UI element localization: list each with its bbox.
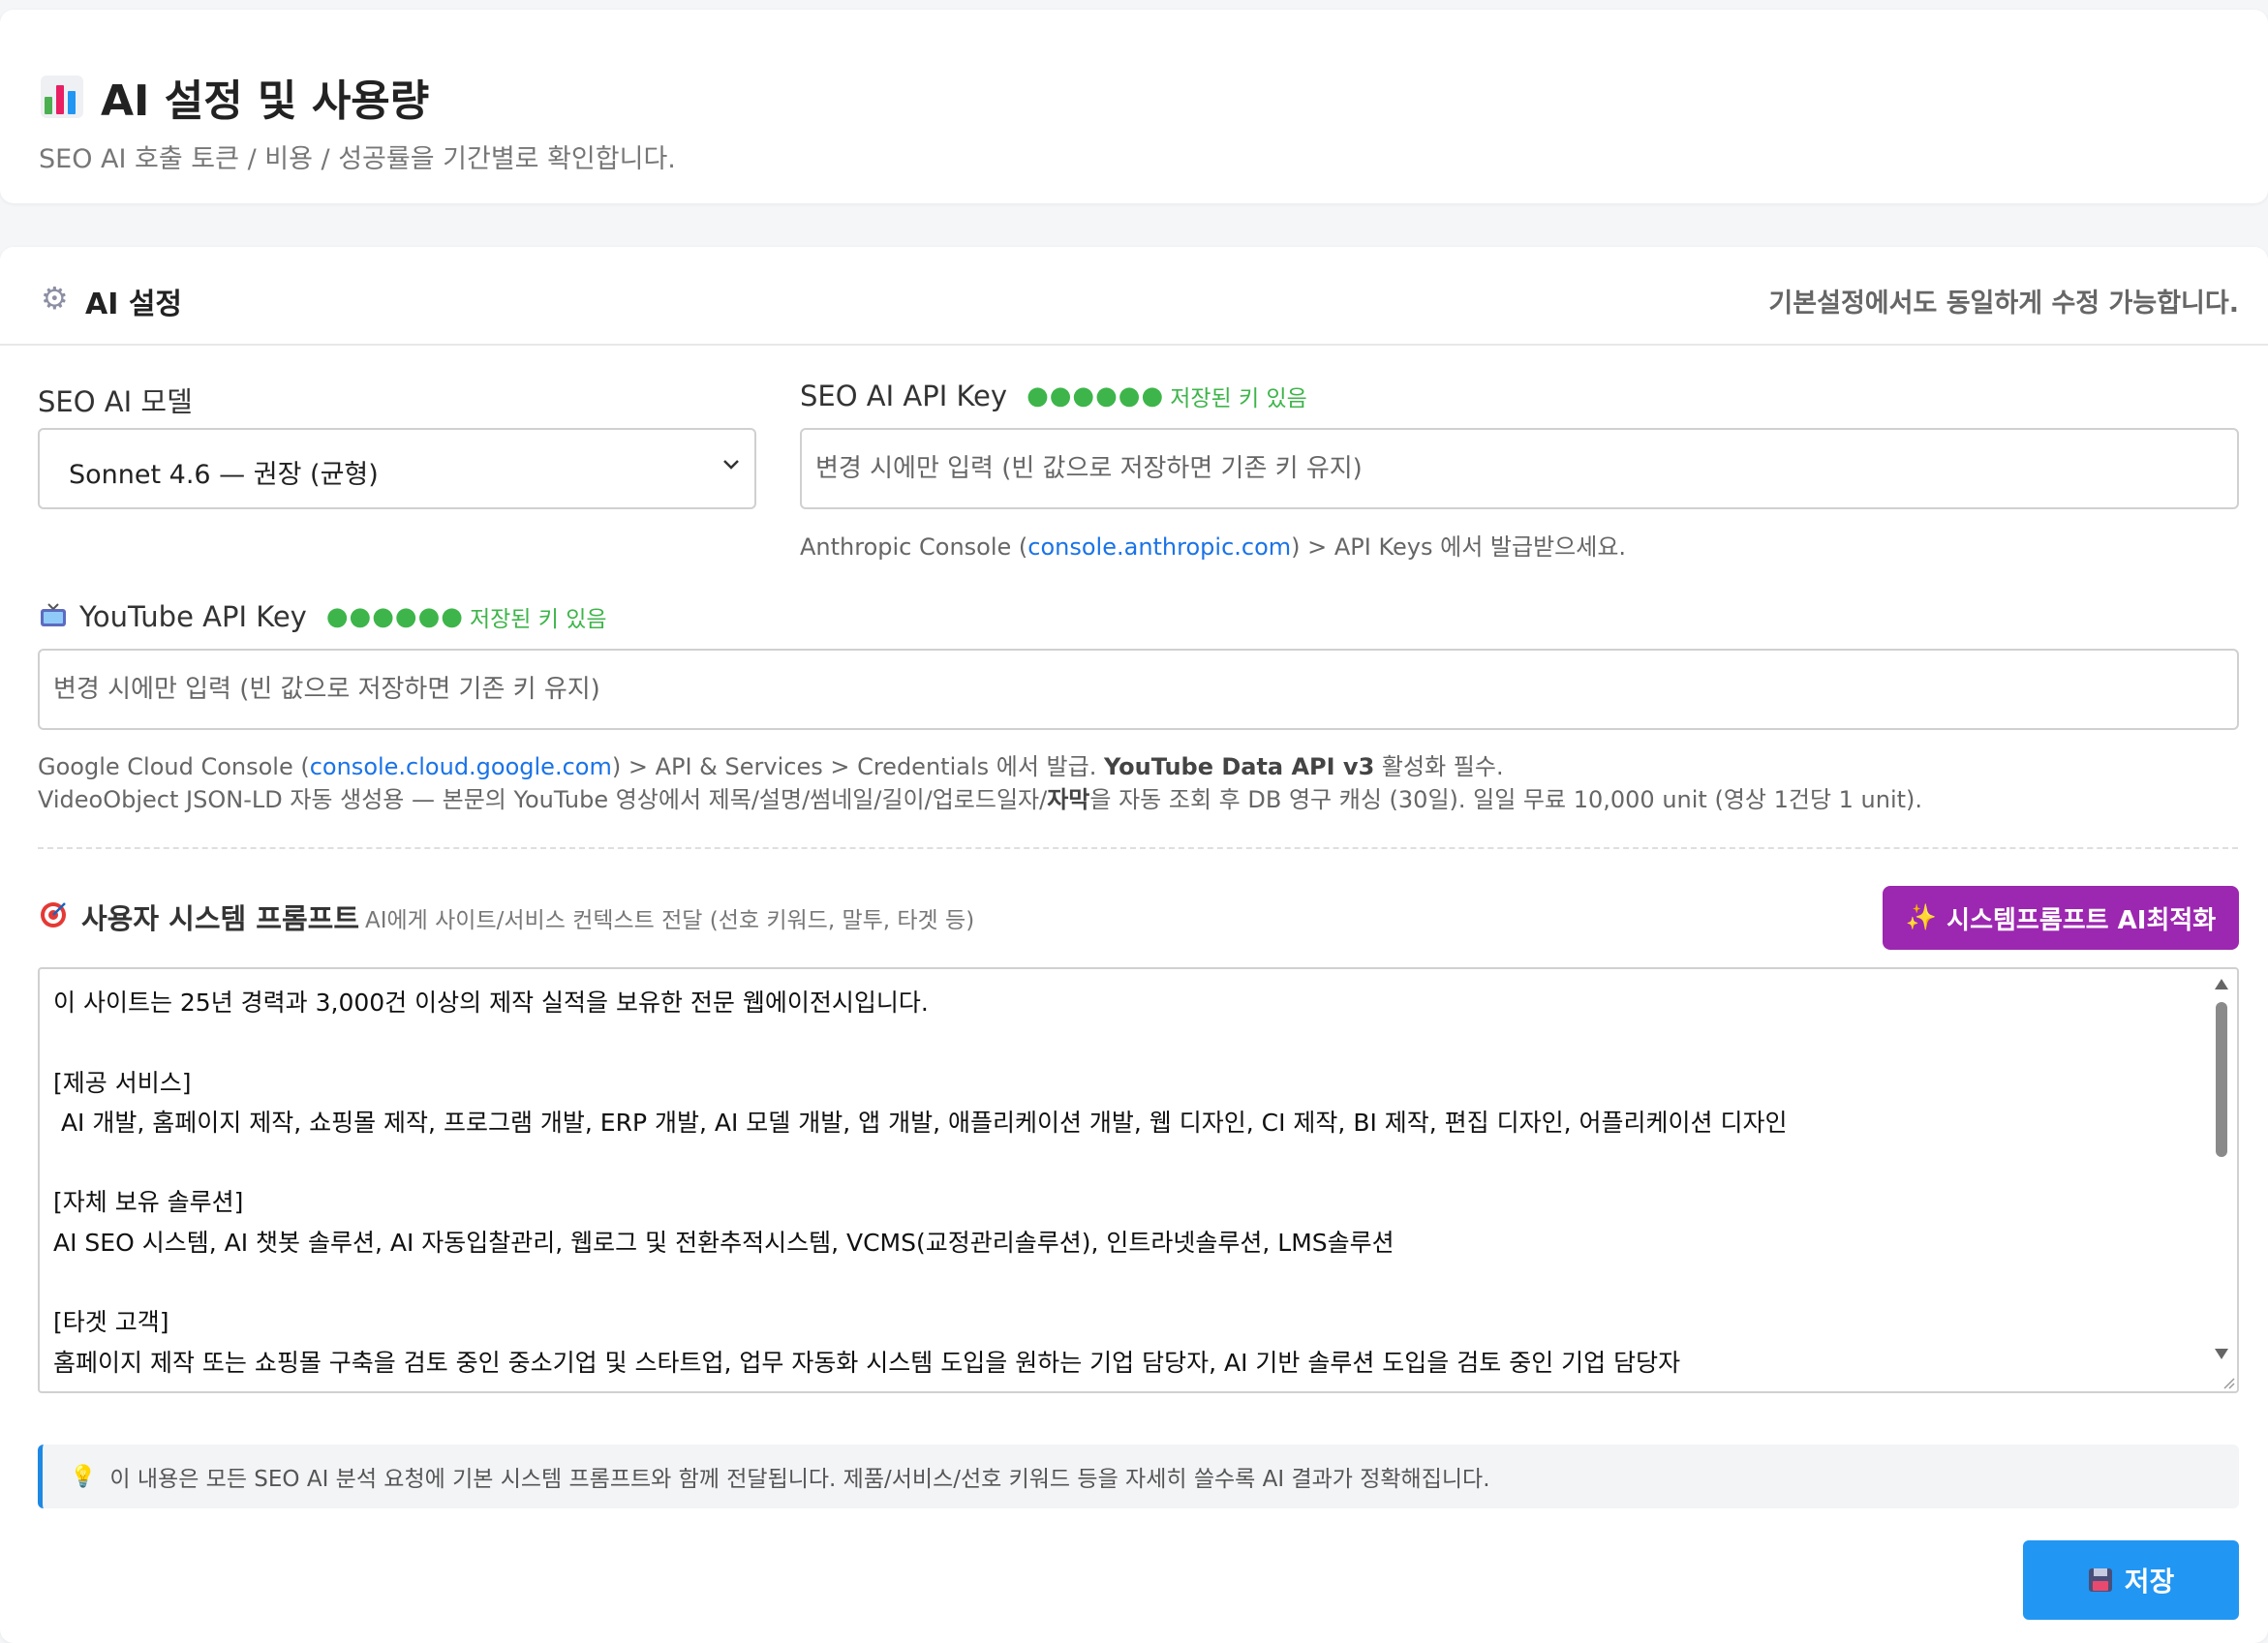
- youtube-help1-suffix: 활성화 필수.: [1374, 753, 1504, 780]
- section-divider: [38, 847, 2238, 849]
- save-button[interactable]: 저장: [2023, 1540, 2239, 1620]
- seo-api-key-help-prefix: Anthropic Console (: [800, 533, 1028, 561]
- youtube-help1-mid: ) > API & Services > Credentials 에서 발급.: [611, 753, 1104, 780]
- gear-icon: ⚙: [41, 280, 69, 317]
- seo-api-key-input[interactable]: [800, 428, 2239, 509]
- floppy-disk-icon: [2088, 1568, 2112, 1592]
- youtube-help1-bold: YouTube Data API v3: [1103, 753, 1375, 780]
- card-header: ⚙ AI 설정 기본설정에서도 동일하게 수정 가능합니다.: [0, 247, 2268, 346]
- bar-chart-icon: [41, 76, 83, 118]
- seo-model-label: SEO AI 모델: [38, 380, 193, 420]
- youtube-help2-bold: 자막: [1047, 786, 1090, 813]
- seo-api-key-label-text: SEO AI API Key: [800, 380, 1008, 412]
- scrollbar-thumb[interactable]: [2216, 1002, 2227, 1157]
- page-title: AI 설정 및 사용량: [101, 76, 430, 126]
- system-prompt-label: 사용자 시스템 프롬프트: [81, 902, 359, 935]
- target-icon: [41, 902, 66, 928]
- page-header: AI 설정 및 사용량 SEO AI 호출 토큰 / 비용 / 성공률을 기간별…: [0, 10, 2268, 203]
- youtube-api-key-help-line2: VideoObject JSON-LD 자동 생성용 — 본문의 YouTube…: [38, 780, 1922, 814]
- resize-handle-icon[interactable]: [2222, 1376, 2235, 1389]
- tv-icon: [41, 603, 66, 626]
- page-subtitle: SEO AI 호출 토큰 / 비용 / 성공률을 기간별로 확인합니다.: [39, 144, 676, 174]
- seo-api-key-help: Anthropic Console (console.anthropic.com…: [800, 528, 1626, 562]
- seo-api-key-masked: ●●●●●●: [1027, 381, 1165, 411]
- title-row: AI 설정 및 사용량: [41, 66, 429, 128]
- prompt-notice: 💡 이 내용은 모든 SEO AI 분석 요청에 기본 시스템 프롬프트와 함께…: [38, 1445, 2239, 1508]
- scroll-up-arrow-icon[interactable]: [2215, 979, 2228, 989]
- youtube-api-key-help-line1: Google Cloud Console (console.cloud.goog…: [38, 747, 1504, 781]
- youtube-help2-prefix: VideoObject JSON-LD 자동 생성용 — 본문의 YouTube…: [38, 786, 1048, 813]
- youtube-api-key-input[interactable]: [38, 649, 2239, 730]
- seo-api-key-status: 저장된 키 있음: [1170, 386, 1307, 411]
- seo-model-selected-value: Sonnet 4.6 — 권장 (균형): [69, 460, 379, 490]
- youtube-api-key-label-text: YouTube API Key: [79, 600, 307, 633]
- optimize-prompt-button-label: 시스템프롬프트 AI최적화: [1946, 905, 2217, 935]
- system-prompt-content: 이 사이트는 25년 경력과 3,000건 이상의 제작 실적을 보유한 전문 …: [53, 989, 1788, 1377]
- seo-api-key-label: SEO AI API Key ●●●●●● 저장된 키 있음: [800, 380, 1307, 412]
- seo-model-select[interactable]: Sonnet 4.6 — 권장 (균형): [38, 428, 756, 509]
- chevron-down-icon: [723, 460, 739, 470]
- optimize-prompt-button[interactable]: ✨ 시스템프롬프트 AI최적화: [1883, 886, 2239, 950]
- youtube-api-key-label: YouTube API Key ●●●●●● 저장된 키 있음: [39, 600, 607, 633]
- sparkles-icon: ✨: [1905, 903, 1938, 932]
- prompt-notice-text: 이 내용은 모든 SEO AI 분석 요청에 기본 시스템 프롬프트와 함께 전…: [109, 1467, 1490, 1492]
- card-title: AI 설정: [85, 288, 183, 321]
- system-prompt-description: AI에게 사이트/서비스 컨텍스트 전달 (선호 키워드, 말투, 타겟 등): [365, 908, 975, 933]
- scroll-down-arrow-icon[interactable]: [2215, 1349, 2228, 1359]
- system-prompt-textarea[interactable]: 이 사이트는 25년 경력과 3,000건 이상의 제작 실적을 보유한 전문 …: [38, 967, 2239, 1393]
- youtube-help2-suffix: 을 자동 조회 후 DB 영구 캐싱 (30일). 일일 무료 10,000 u…: [1089, 786, 1923, 813]
- youtube-api-key-status: 저장된 키 있음: [469, 607, 607, 632]
- seo-api-key-help-suffix: ) > API Keys 에서 발급받으세요.: [1291, 533, 1627, 561]
- anthropic-console-link[interactable]: console.anthropic.com: [1027, 533, 1291, 561]
- textarea-scrollbar[interactable]: [2212, 975, 2231, 1382]
- youtube-api-key-masked: ●●●●●●: [325, 602, 464, 631]
- lightbulb-icon: 💡: [70, 1464, 97, 1489]
- save-button-label: 저장: [2124, 1566, 2175, 1597]
- seo-model-label-text: SEO AI 모델: [38, 385, 193, 418]
- card-note: 기본설정에서도 동일하게 수정 가능합니다.: [1768, 289, 2239, 319]
- youtube-help1-prefix: Google Cloud Console (: [38, 753, 310, 780]
- google-cloud-console-link[interactable]: console.cloud.google.com: [310, 753, 612, 780]
